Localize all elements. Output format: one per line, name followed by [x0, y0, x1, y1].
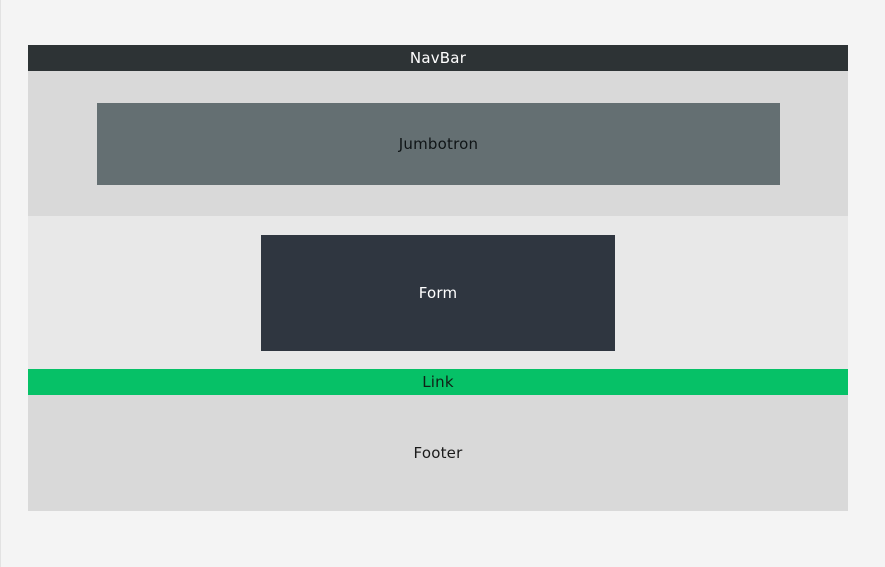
link-block: Link	[28, 369, 848, 395]
footer-block: Footer	[28, 395, 848, 511]
jumbotron-label: Jumbotron	[398, 135, 479, 153]
navbar-block: NavBar	[28, 45, 848, 71]
footer-label: Footer	[413, 444, 463, 462]
form-label: Form	[418, 284, 458, 302]
navbar-label: NavBar	[409, 49, 467, 67]
wireframe-canvas: NavBar Jumbotron Form Link Footer	[0, 0, 885, 567]
link-label: Link	[422, 373, 454, 391]
jumbotron-block: Jumbotron	[97, 103, 780, 185]
form-block: Form	[261, 235, 615, 351]
